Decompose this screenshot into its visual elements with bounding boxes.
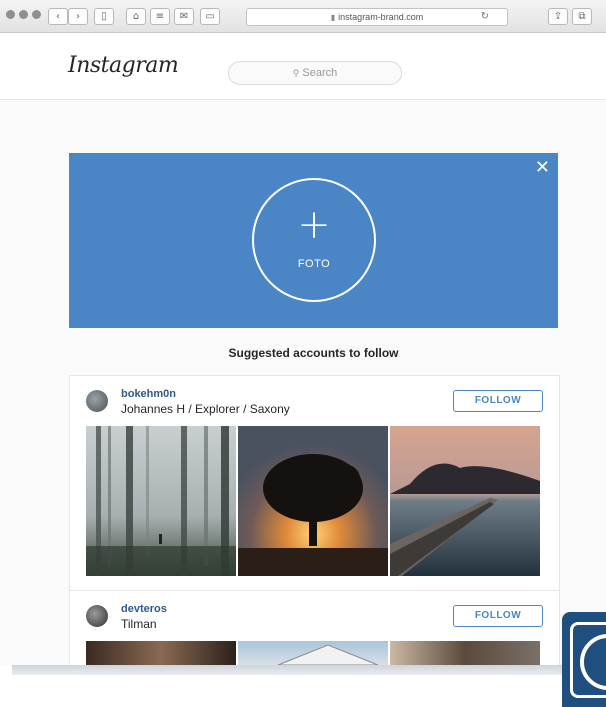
address-bar-url: instagram-brand.com xyxy=(338,12,424,22)
chevron-left-icon: ‹ xyxy=(56,11,60,22)
account-full-name: Johannes H / Explorer / Saxony xyxy=(121,402,290,416)
tabs-button[interactable]: ⧉ xyxy=(572,8,592,25)
home-button[interactable]: ⌂ xyxy=(126,8,146,25)
instagram-logo[interactable]: Instagram xyxy=(68,53,179,78)
photo-lake-pier[interactable] xyxy=(390,426,540,576)
photo-thumbnail[interactable] xyxy=(86,641,236,665)
zoom-window-button[interactable] xyxy=(32,10,41,19)
reader-button[interactable]: ≡ xyxy=(150,8,170,25)
avatar[interactable] xyxy=(86,390,108,412)
photo-thumbnail[interactable] xyxy=(238,641,388,665)
instagram-app-icon xyxy=(562,612,606,707)
reload-icon[interactable]: ↻ xyxy=(481,9,489,25)
window-shadow xyxy=(12,665,582,675)
search-input[interactable]: ⚲ Search xyxy=(228,61,402,85)
suggested-account-card: devteros Tilman FOLLOW xyxy=(69,590,560,665)
site-header: Instagram ⚲ Search xyxy=(0,33,606,100)
reader-icon: ≡ xyxy=(155,11,165,22)
account-full-name: Tilman xyxy=(121,617,157,631)
upload-label: FOTO xyxy=(297,258,331,270)
account-photos xyxy=(86,641,540,665)
suggested-heading: Suggested accounts to follow xyxy=(228,346,399,360)
browser-window: ‹ › ▯ ⌂ ≡ ✉ ▭ ▮ instagram-brand.com ↻ ⇪ ⧉… xyxy=(0,0,606,665)
follow-button[interactable]: FOLLOW xyxy=(453,390,543,412)
home-icon: ⌂ xyxy=(132,11,140,22)
lock-icon: ▮ xyxy=(330,13,336,22)
minimize-window-button[interactable] xyxy=(19,10,28,19)
close-icon[interactable]: ✕ xyxy=(535,157,550,178)
mail-icon: ✉ xyxy=(179,11,189,22)
search-placeholder: Search xyxy=(302,67,338,79)
search-icon: ⚲ xyxy=(292,68,300,78)
upload-card: ✕ + FOTO xyxy=(69,153,558,328)
avatar[interactable] xyxy=(86,605,108,627)
mail-button[interactable]: ✉ xyxy=(174,8,194,25)
chevron-right-icon: › xyxy=(76,11,80,22)
share-icon: ⇪ xyxy=(553,11,563,22)
account-username[interactable]: devteros xyxy=(121,603,167,615)
address-bar[interactable]: ▮ instagram-brand.com ↻ xyxy=(246,8,508,26)
photo-thumbnail[interactable] xyxy=(390,641,540,665)
share-button[interactable]: ⇪ xyxy=(548,8,568,25)
forward-button[interactable]: › xyxy=(68,8,88,25)
print-button[interactable]: ▭ xyxy=(200,8,220,25)
account-username[interactable]: bokehm0n xyxy=(121,388,176,400)
printer-icon: ▭ xyxy=(205,11,215,22)
browser-toolbar: ‹ › ▯ ⌂ ≡ ✉ ▭ ▮ instagram-brand.com ↻ ⇪ ⧉ xyxy=(0,0,606,33)
close-window-button[interactable] xyxy=(6,10,15,19)
window-controls xyxy=(6,10,41,19)
account-photos xyxy=(86,426,540,576)
photo-foggy-forest[interactable] xyxy=(86,426,236,576)
photo-tree-sunset[interactable] xyxy=(238,426,388,576)
suggested-account-card: bokehm0n Johannes H / Explorer / Saxony … xyxy=(69,375,560,591)
back-button[interactable]: ‹ xyxy=(48,8,68,25)
sidebar-icon: ▯ xyxy=(101,11,107,22)
upload-photo-button[interactable]: + FOTO xyxy=(252,178,376,302)
plus-icon: + xyxy=(297,202,331,248)
sidebar-button[interactable]: ▯ xyxy=(94,8,114,25)
tabs-icon: ⧉ xyxy=(578,11,586,22)
follow-button[interactable]: FOLLOW xyxy=(453,605,543,627)
